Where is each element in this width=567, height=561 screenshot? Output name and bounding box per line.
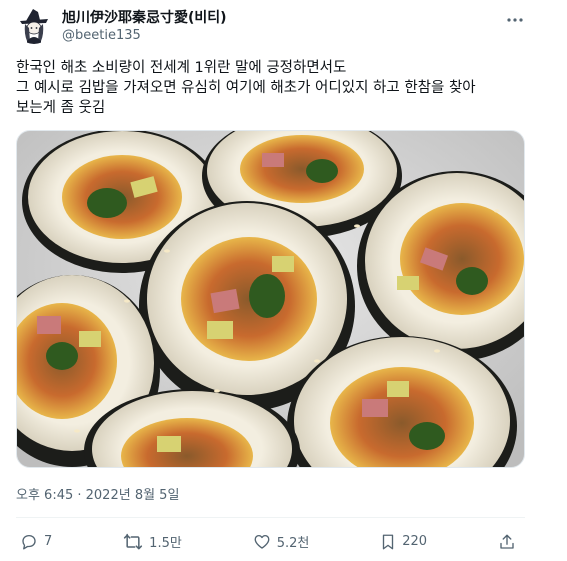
retweet-button[interactable]: 1.5만 (123, 532, 182, 551)
tweet-text: 한국인 해초 소비량이 전세계 1위란 말에 긍정하면서도 그 예시로 김밥을 … (16, 58, 527, 118)
kimbap-photo (17, 131, 524, 467)
tweet-text-line: 그 예시로 김밥을 가져오면 유심히 여기에 해초가 어디있지 하고 한참을 찾… (16, 80, 476, 96)
tweet-photo[interactable] (16, 130, 525, 468)
avatar-image (16, 8, 52, 44)
retweet-icon (124, 533, 143, 549)
avatar[interactable] (16, 8, 52, 44)
share-button[interactable] (498, 533, 516, 551)
bookmark-icon (383, 534, 394, 549)
action-bar: 7 1.5만 5.2천 220 (16, 532, 516, 551)
bookmark-button[interactable]: 220 (380, 533, 427, 551)
reply-icon (22, 534, 36, 549)
user-handle[interactable]: @beetie135 (62, 27, 227, 44)
reply-count: 7 (44, 534, 53, 549)
more-button[interactable] (503, 10, 527, 30)
bookmark-count: 220 (402, 534, 428, 549)
tweet-text-line: 보는게 좀 웃김 (16, 100, 106, 116)
tweet-timestamp[interactable]: 오후 6:45 · 2022년 8월 5일 (16, 484, 527, 503)
tweet: 旭川伊沙耶秦忌寸愛(비티) @beetie135 한국인 해초 소비량이 전세계… (0, 0, 567, 561)
display-name[interactable]: 旭川伊沙耶秦忌寸愛(비티) (62, 9, 227, 27)
tweet-header: 旭川伊沙耶秦忌寸愛(비티) @beetie135 (16, 6, 527, 46)
author-names: 旭川伊沙耶秦忌寸愛(비티) @beetie135 (62, 9, 227, 44)
retweet-count: 1.5만 (149, 536, 182, 551)
like-button[interactable]: 5.2천 (253, 532, 310, 551)
more-icon (507, 18, 523, 22)
heart-icon (254, 534, 270, 549)
divider (16, 517, 525, 518)
share-icon (500, 534, 514, 549)
like-count: 5.2천 (276, 536, 310, 551)
tweet-text-line: 한국인 해초 소비량이 전세계 1위란 말에 긍정하면서도 (16, 60, 347, 76)
reply-button[interactable]: 7 (20, 533, 52, 551)
